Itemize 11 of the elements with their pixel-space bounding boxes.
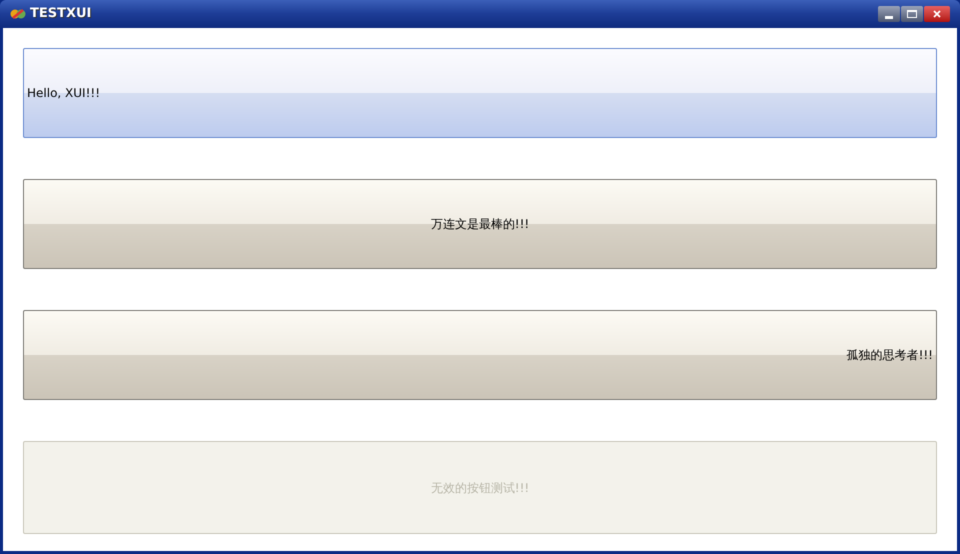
push-button[interactable]: 孤独的思考者!!!	[23, 310, 937, 400]
logo-icon	[10, 7, 26, 21]
maximize-icon	[907, 10, 917, 18]
push-button[interactable]: Hello, XUI!!!	[23, 48, 937, 138]
close-button[interactable]	[924, 6, 950, 22]
minimize-icon	[885, 16, 893, 19]
window-title: TESTXUI	[30, 5, 92, 24]
close-icon	[933, 10, 941, 18]
push-button[interactable]: 万连文是最棒的!!!	[23, 179, 937, 269]
minimize-button[interactable]	[878, 6, 900, 22]
maximize-button[interactable]	[901, 6, 923, 22]
